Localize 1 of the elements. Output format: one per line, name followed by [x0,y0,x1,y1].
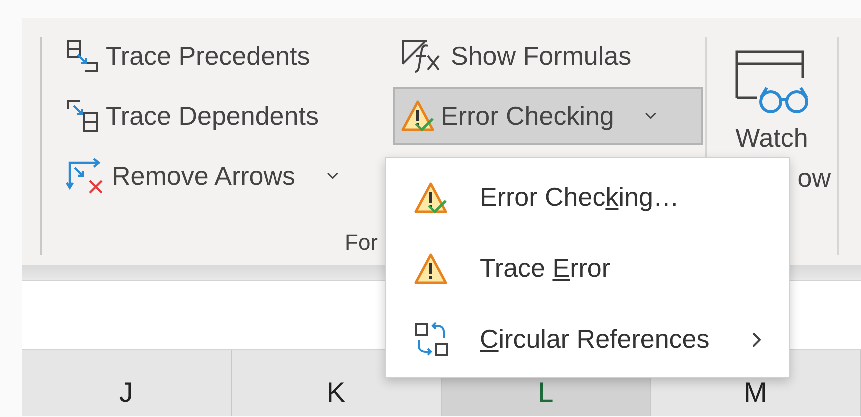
group-label: For [345,229,379,257]
